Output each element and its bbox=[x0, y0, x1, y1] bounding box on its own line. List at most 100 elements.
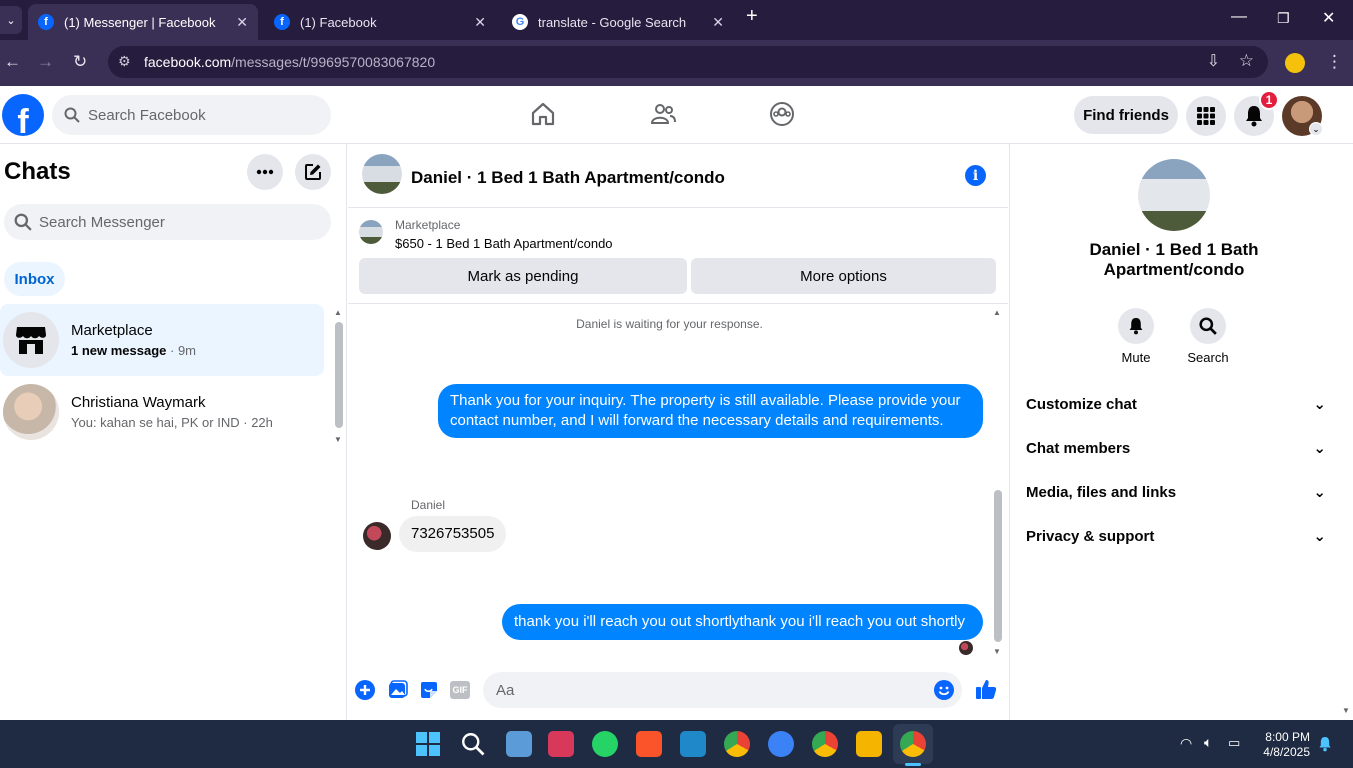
home-icon[interactable] bbox=[530, 101, 556, 127]
plus-circle-icon[interactable] bbox=[355, 680, 375, 700]
close-tab-icon[interactable]: ✕ bbox=[474, 14, 486, 31]
notification-bell-icon[interactable] bbox=[1318, 736, 1332, 752]
search-in-chat-button[interactable] bbox=[1190, 308, 1226, 344]
windows-taskbar: ◠ 🔈︎ ▭ 8:00 PM 4/8/2025 bbox=[0, 720, 1353, 768]
snipping-tool-icon[interactable] bbox=[548, 731, 574, 757]
tab-title: (1) Facebook bbox=[300, 14, 377, 30]
chevron-down-icon: ⌄ bbox=[1313, 440, 1326, 457]
mute-action[interactable]: Mute bbox=[1106, 308, 1166, 365]
photo-icon[interactable] bbox=[388, 680, 408, 700]
tab-search-icon[interactable]: ⌄ bbox=[0, 6, 22, 34]
chat-item-marketplace[interactable]: Marketplace 1 new message · 9m bbox=[0, 304, 324, 376]
mark-as-pending-button[interactable]: Mark as pending bbox=[359, 258, 687, 294]
listing-title[interactable]: $650 - 1 Bed 1 Bath Apartment/condo bbox=[395, 236, 613, 251]
sync-app-icon[interactable] bbox=[768, 731, 794, 757]
menu-grid-button[interactable] bbox=[1186, 96, 1226, 136]
messenger-search-input[interactable]: Search Messenger bbox=[4, 204, 331, 240]
chrome-icon[interactable] bbox=[724, 731, 750, 757]
message-bubble-outgoing[interactable]: Thank you for your inquiry. The property… bbox=[438, 384, 983, 438]
monitor-app-icon[interactable] bbox=[680, 731, 706, 757]
chrome-profile-icon[interactable] bbox=[812, 731, 838, 757]
taskbar-search-icon[interactable] bbox=[461, 732, 485, 756]
forward-icon[interactable]: → bbox=[37, 52, 54, 72]
search-icon bbox=[64, 107, 80, 123]
inbox-filter-tab[interactable]: Inbox bbox=[4, 262, 65, 296]
conversation-avatar[interactable] bbox=[362, 154, 402, 194]
reload-icon[interactable]: ↻ bbox=[73, 52, 87, 72]
marketplace-listing-bar: Marketplace $650 - 1 Bed 1 Bath Apartmen… bbox=[348, 208, 1008, 304]
tab-facebook[interactable]: f (1) Facebook ✕ bbox=[264, 4, 496, 40]
chat-preview: You: kahan se hai, PK or IND · 22h bbox=[71, 415, 273, 430]
scroll-down-arrow-icon[interactable]: ▼ bbox=[1342, 706, 1350, 715]
message-bubble-incoming[interactable]: 7326753505 bbox=[399, 516, 507, 552]
scroll-up-arrow-icon[interactable]: ▲ bbox=[334, 308, 342, 317]
store-icon bbox=[16, 327, 46, 354]
tab-messenger[interactable]: f (1) Messenger | Facebook ✕ bbox=[28, 4, 258, 40]
new-message-button[interactable] bbox=[295, 154, 331, 190]
customize-chat-section[interactable]: Customize chat ⌄ bbox=[1026, 382, 1326, 426]
account-chevron-down-icon[interactable]: ⌄ bbox=[1309, 122, 1323, 136]
mute-button[interactable] bbox=[1118, 308, 1154, 344]
url-field[interactable]: ⚙ facebook.com/messages/t/99695700830678… bbox=[108, 46, 1268, 78]
site-info-icon[interactable]: ⚙ bbox=[118, 53, 131, 70]
tab-title: (1) Messenger | Facebook bbox=[64, 14, 216, 30]
browser-menu-icon[interactable]: ⋮ bbox=[1326, 52, 1343, 72]
install-app-icon[interactable]: ⇩ bbox=[1207, 51, 1220, 71]
scroll-down-arrow-icon[interactable]: ▼ bbox=[334, 435, 342, 444]
conversation-title[interactable]: Daniel · 1 Bed 1 Bath Apartment/condo bbox=[411, 168, 725, 188]
daniel-avatar[interactable] bbox=[363, 522, 391, 550]
privacy-support-section[interactable]: Privacy & support ⌄ bbox=[1026, 514, 1326, 558]
chat-details-panel: Daniel · 1 Bed 1 Bath Apartment/condo Mu… bbox=[1009, 144, 1339, 720]
grid-icon bbox=[1197, 107, 1215, 125]
close-tab-icon[interactable]: ✕ bbox=[712, 14, 724, 31]
chat-options-button[interactable] bbox=[247, 154, 283, 190]
message-bubble-outgoing[interactable]: thank you i'll reach you out shortlythan… bbox=[502, 604, 983, 640]
minimize-icon[interactable]: — bbox=[1231, 8, 1247, 26]
page-scrollbar[interactable]: ▼ bbox=[1339, 144, 1353, 720]
scroll-up-arrow-icon[interactable]: ▲ bbox=[993, 308, 1001, 317]
whatsapp-icon[interactable] bbox=[592, 731, 618, 757]
profile-icon[interactable] bbox=[1285, 53, 1305, 73]
chat-item-christiana[interactable]: Christiana Waymark You: kahan se hai, PK… bbox=[0, 376, 324, 448]
media-files-links-section[interactable]: Media, files and links ⌄ bbox=[1026, 470, 1326, 514]
info-icon[interactable]: i bbox=[965, 165, 986, 186]
file-explorer-icon[interactable] bbox=[856, 731, 882, 757]
tab-google[interactable]: G translate - Google Search ✕ bbox=[502, 4, 734, 40]
chats-scrollbar[interactable] bbox=[335, 322, 343, 428]
close-window-icon[interactable]: ✕ bbox=[1322, 8, 1335, 28]
details-avatar[interactable] bbox=[1138, 159, 1210, 231]
messages-scrollbar[interactable] bbox=[994, 490, 1002, 642]
bell-icon bbox=[1246, 106, 1262, 127]
friends-icon[interactable] bbox=[650, 101, 676, 127]
windows-start-icon[interactable] bbox=[416, 732, 440, 756]
close-tab-icon[interactable]: ✕ bbox=[236, 14, 248, 31]
gif-icon[interactable]: GIF bbox=[450, 681, 470, 699]
find-friends-button[interactable]: Find friends bbox=[1074, 96, 1178, 134]
search-action[interactable]: Search bbox=[1178, 308, 1238, 365]
google-favicon-icon: G bbox=[512, 14, 528, 30]
notepad-icon[interactable] bbox=[506, 731, 532, 757]
more-options-button[interactable]: More options bbox=[691, 258, 996, 294]
bookmark-star-icon[interactable]: ☆ bbox=[1239, 51, 1254, 71]
emoji-icon[interactable] bbox=[934, 680, 954, 700]
taskbar-clock[interactable]: 8:00 PM 4/8/2025 bbox=[1254, 730, 1310, 760]
brave-icon[interactable] bbox=[636, 731, 662, 757]
scroll-down-arrow-icon[interactable]: ▼ bbox=[993, 647, 1001, 656]
facebook-search-input[interactable]: Search Facebook bbox=[52, 95, 331, 135]
message-input[interactable]: Aa bbox=[483, 672, 962, 708]
thumbs-up-icon[interactable] bbox=[975, 678, 997, 700]
notification-badge: 1 bbox=[1259, 90, 1279, 110]
chrome-active-icon[interactable] bbox=[900, 731, 926, 757]
listing-thumbnail[interactable] bbox=[359, 220, 383, 244]
active-indicator bbox=[905, 763, 921, 766]
battery-icon[interactable]: ▭ bbox=[1228, 735, 1240, 751]
wifi-icon[interactable]: ◠ bbox=[1180, 735, 1192, 752]
groups-icon[interactable] bbox=[769, 101, 795, 127]
restore-icon[interactable]: ❐ bbox=[1277, 10, 1290, 27]
volume-icon[interactable]: 🔈︎ bbox=[1204, 734, 1212, 751]
chat-members-section[interactable]: Chat members ⌄ bbox=[1026, 426, 1326, 470]
sticker-icon[interactable] bbox=[419, 680, 439, 700]
back-icon[interactable]: ← bbox=[4, 52, 21, 72]
new-tab-icon[interactable]: + bbox=[746, 5, 758, 28]
facebook-logo-icon[interactable]: f bbox=[2, 94, 44, 136]
